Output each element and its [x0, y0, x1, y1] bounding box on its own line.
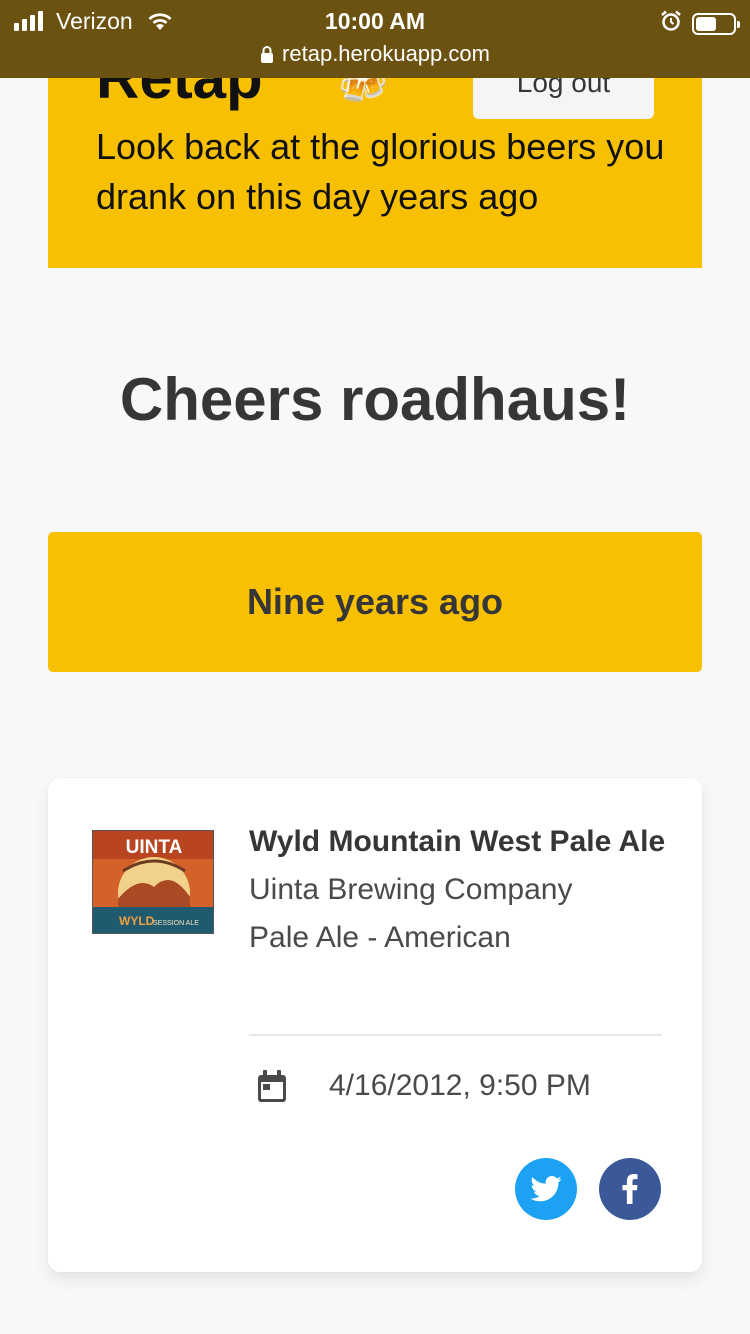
checkin-date: 4/16/2012, 9:50 PM	[329, 1069, 591, 1102]
beer-label-name: WYLD	[119, 914, 155, 928]
years-ago-label: Nine years ago	[246, 581, 504, 622]
twitter-share-button[interactable]	[515, 1158, 577, 1220]
brewery-name: Uinta Brewing Company	[249, 873, 573, 906]
address-bar[interactable]: retap.herokuapp.com	[0, 38, 750, 70]
beer-label-brand: UINTA	[126, 837, 183, 858]
calendar-icon	[258, 1070, 286, 1102]
beer-name: Wyld Mountain West Pale Ale	[249, 825, 666, 858]
beer-label-image: UINTA WYLD SESSION ALE	[92, 830, 214, 934]
twitter-icon	[530, 1176, 562, 1202]
battery-icon	[692, 13, 740, 35]
checkin-card: UINTA WYLD SESSION ALE Wyld Mountain Wes…	[48, 778, 702, 1272]
alarm-icon	[661, 10, 681, 31]
beer-style: Pale Ale - American	[249, 921, 511, 954]
years-ago-banner: Nine years ago	[48, 532, 702, 672]
divider	[249, 1034, 662, 1036]
hero-subtitle: Look back at the glorious beers you dran…	[96, 126, 665, 217]
clock: 10:00 AM	[324, 8, 426, 34]
facebook-share-button[interactable]	[599, 1158, 661, 1220]
lock-icon	[261, 46, 274, 63]
url-text: retap.herokuapp.com	[282, 41, 490, 66]
facebook-icon	[622, 1174, 638, 1204]
beer-info: Wyld Mountain West Pale Ale Uinta Brewin…	[249, 818, 669, 962]
status-bar: Verizon 10:00 AM retap.herokuapp.com	[0, 0, 750, 78]
beer-label-sub: SESSION ALE	[153, 920, 199, 927]
greeting-heading: Cheers roadhaus!	[119, 366, 631, 433]
